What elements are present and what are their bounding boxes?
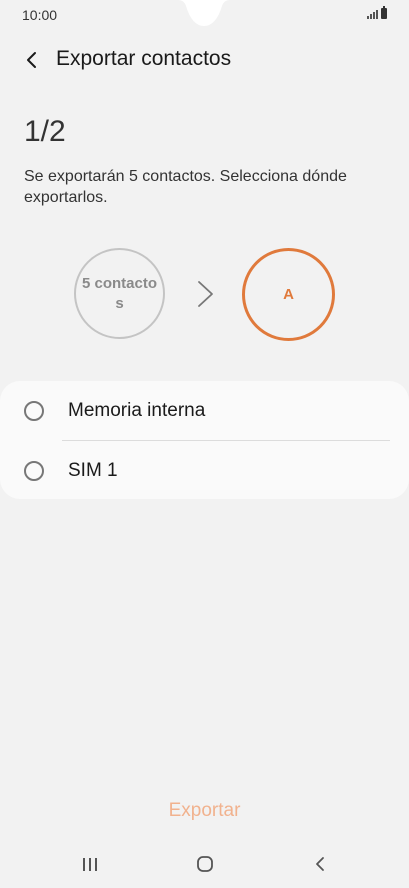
chevron-left-icon (27, 52, 36, 68)
source-contacts-circle: 5 contacto s (74, 248, 165, 339)
option-label: SIM 1 (68, 460, 118, 481)
status-bar: 10:00 (0, 0, 409, 30)
navigation-bar (0, 840, 409, 888)
radio-button[interactable] (24, 401, 44, 421)
storage-options-card: Memoria interna SIM 1 (0, 381, 409, 499)
home-button[interactable] (185, 850, 225, 878)
battery-icon (381, 6, 387, 19)
home-icon (197, 856, 213, 872)
signal-icon (367, 9, 378, 19)
export-diagram: 5 contacto s A (0, 248, 409, 342)
recent-apps-icon (83, 858, 97, 871)
radio-button[interactable] (24, 461, 44, 481)
option-sim-1[interactable]: SIM 1 (0, 441, 409, 499)
status-time: 10:00 (22, 7, 58, 23)
app-header: Exportar contactos (0, 40, 409, 80)
chevron-right-icon (198, 281, 213, 307)
target-label: A (283, 286, 294, 303)
camera-notch (178, 0, 230, 30)
export-button[interactable]: Exportar (134, 800, 275, 828)
page-title: Exportar contactos (56, 47, 232, 70)
status-icons (367, 6, 387, 19)
description-text: Se exportarán 5 contactos. Selecciona dó… (24, 168, 347, 206)
source-label: 5 contacto s (81, 274, 157, 312)
back-nav-button[interactable] (300, 850, 340, 878)
recent-apps-button[interactable] (70, 850, 110, 878)
option-label: Memoria interna (68, 400, 206, 421)
back-icon (316, 857, 324, 871)
target-storage-circle: A (242, 248, 335, 341)
option-internal-memory[interactable]: Memoria interna (0, 381, 409, 439)
back-button[interactable] (18, 46, 46, 74)
step-indicator: 1/2 (24, 115, 66, 148)
